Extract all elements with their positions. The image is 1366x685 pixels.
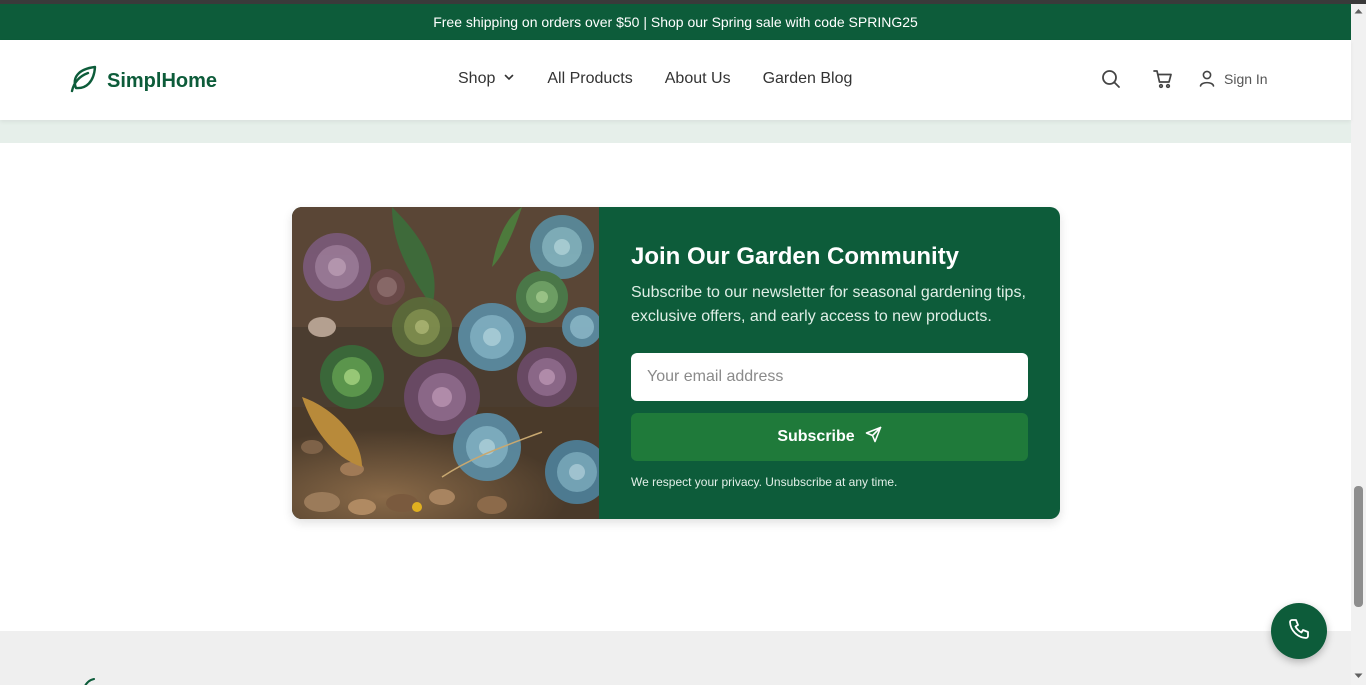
scroll-down-arrow-icon[interactable] <box>1351 669 1366 683</box>
nav-garden-blog[interactable]: Garden Blog <box>763 70 853 88</box>
sign-in-link[interactable]: Sign In <box>1198 69 1268 90</box>
user-icon <box>1198 69 1216 90</box>
search-icon[interactable] <box>1100 68 1122 90</box>
phone-call-button[interactable] <box>1271 603 1327 659</box>
header-actions: Sign In <box>1100 68 1268 90</box>
nav-all-products-label: All Products <box>547 70 633 87</box>
logo[interactable]: SimplHome <box>68 64 217 99</box>
nav-all-products[interactable]: All Products <box>547 70 632 88</box>
chevron-down-icon <box>503 70 515 88</box>
privacy-note: We respect your privacy. Unsubscribe at … <box>631 475 898 489</box>
promo-text: Free shipping on orders over $50 | Shop … <box>433 14 918 30</box>
main-nav: Shop All Products About Us Garden Blog <box>458 70 852 88</box>
section-divider-band <box>0 120 1351 143</box>
site-header: SimplHome Shop All Products About Us Gar… <box>0 40 1351 120</box>
phone-icon <box>1287 617 1311 646</box>
promo-banner: Free shipping on orders over $50 | Shop … <box>0 4 1351 40</box>
nav-garden-blog-label: Garden Blog <box>762 70 853 87</box>
logo-text: SimplHome <box>107 70 218 92</box>
leaf-icon <box>68 64 98 99</box>
subscribe-label: Subscribe <box>777 428 855 445</box>
subscribe-button[interactable]: Subscribe <box>631 413 1028 461</box>
newsletter-description: Subscribe to our newsletter for seasonal… <box>631 284 1026 325</box>
scrollbar[interactable] <box>1351 4 1366 685</box>
sign-in-label: Sign In <box>1224 71 1268 87</box>
newsletter-content: Join Our Garden Community Subscribe to o… <box>631 241 1028 489</box>
newsletter-card: Join Our Garden Community Subscribe to o… <box>292 207 1060 519</box>
scroll-up-arrow-icon[interactable] <box>1351 4 1366 18</box>
email-input[interactable] <box>631 353 1028 401</box>
cart-icon[interactable] <box>1152 68 1174 90</box>
succulents-image <box>292 207 609 519</box>
send-icon <box>865 426 882 448</box>
footer <box>0 631 1351 685</box>
newsletter-title: Join Our Garden Community <box>631 243 960 270</box>
nav-about-us[interactable]: About Us <box>665 70 731 88</box>
nav-about-us-label: About Us <box>664 70 731 87</box>
nav-shop[interactable]: Shop <box>458 70 515 88</box>
scrollbar-thumb[interactable] <box>1354 486 1363 607</box>
footer-leaf-icon <box>80 675 96 685</box>
nav-shop-label: Shop <box>458 70 496 87</box>
